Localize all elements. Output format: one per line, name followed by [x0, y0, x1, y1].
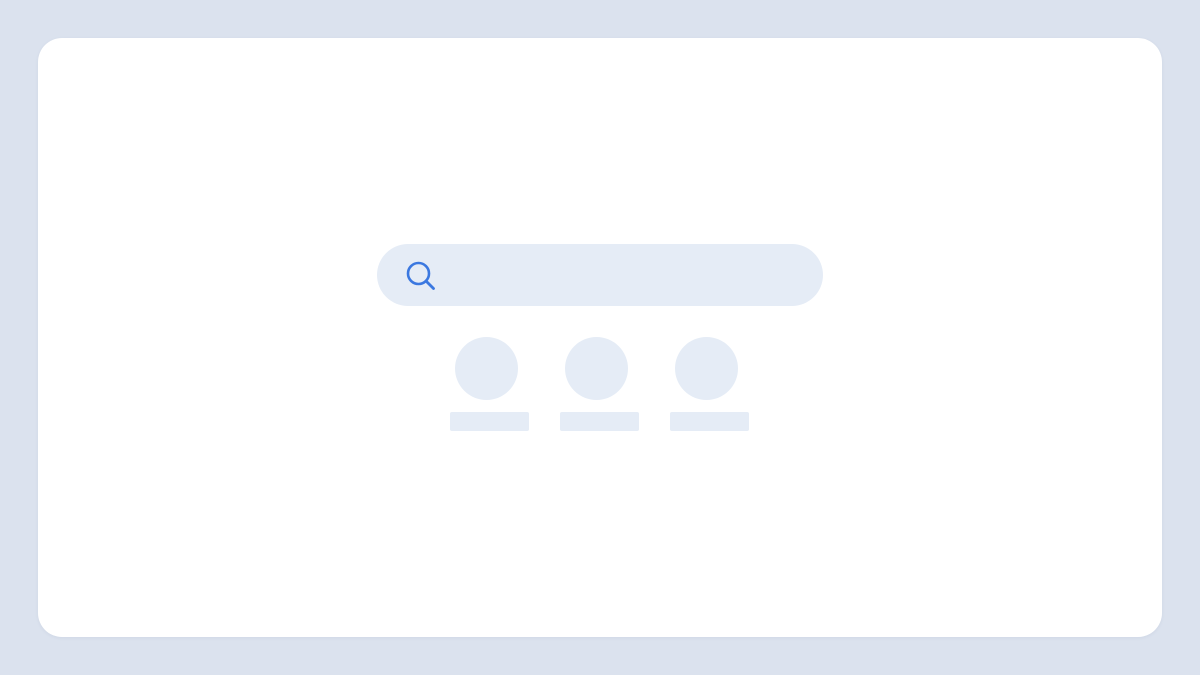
shortcut-avatar-placeholder: [675, 337, 738, 400]
shortcut-row: [450, 337, 750, 431]
shortcut-avatar-placeholder: [565, 337, 628, 400]
main-card: [38, 38, 1162, 637]
shortcut-avatar-placeholder: [455, 337, 518, 400]
search-bar[interactable]: [377, 244, 823, 306]
search-icon: [406, 261, 435, 290]
shortcut-label-placeholder: [670, 412, 749, 431]
shortcut-2[interactable]: [560, 337, 639, 431]
shortcut-label-placeholder: [450, 412, 529, 431]
search-input[interactable]: [453, 244, 793, 306]
shortcut-3[interactable]: [670, 337, 749, 431]
shortcut-label-placeholder: [560, 412, 639, 431]
shortcut-1[interactable]: [450, 337, 529, 431]
